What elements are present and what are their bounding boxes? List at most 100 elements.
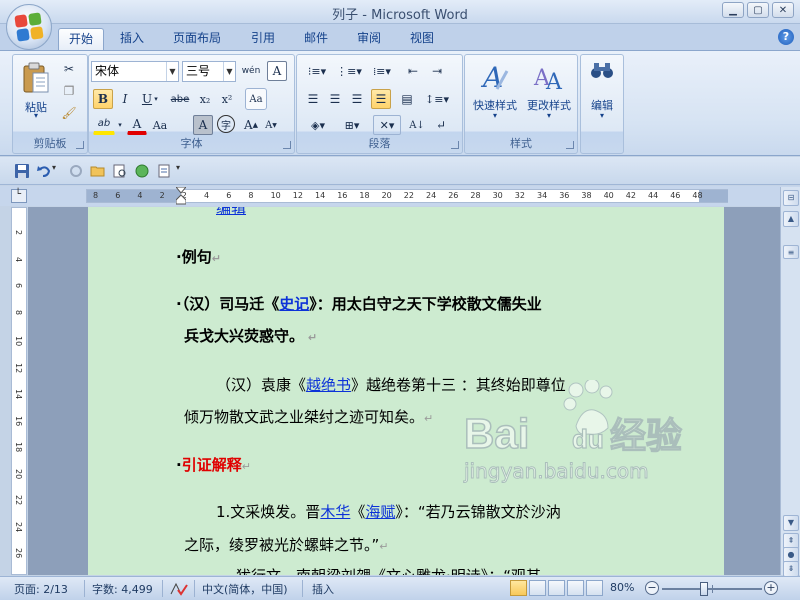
chevron-down-icon[interactable]: ▼ (223, 62, 235, 81)
page-indicator[interactable]: 页面: 2/13 (14, 581, 68, 597)
yuejueshu-link[interactable]: 越绝书 (306, 376, 351, 394)
change-styles-button[interactable]: A A 更改样式 ▾ (523, 59, 575, 125)
justify-button[interactable]: ☰ (371, 89, 391, 109)
font-color-button[interactable]: A (127, 115, 147, 135)
tab-mailings[interactable]: 邮件 (294, 28, 338, 50)
change-case-button[interactable]: Aa (149, 115, 171, 135)
link-fragment-top[interactable]: 编辑 (216, 207, 246, 218)
strikethrough-button[interactable]: abe (167, 89, 193, 109)
muhua-link[interactable]: 木华 (320, 503, 350, 521)
phonetic-guide-button[interactable]: wén (239, 61, 263, 81)
chevron-down-icon[interactable]: ▾ (151, 89, 161, 109)
save-icon[interactable] (14, 163, 30, 179)
borders-button[interactable]: ⊞▾ (337, 115, 367, 135)
sort-button[interactable]: A↓ (407, 115, 427, 135)
full-screen-reading-button[interactable] (529, 580, 546, 596)
align-right-button[interactable]: ☰ (347, 89, 367, 109)
superscript-button[interactable]: x² (217, 89, 237, 109)
vertical-scrollbar[interactable]: ⊟ ▲ ≡ ▼ ⇞ ● ⇟ (780, 187, 800, 577)
clipboard-dialog-launcher[interactable] (76, 141, 84, 149)
document-page[interactable]: 编辑 ·例句↵ ·（汉）司马迁《史记》：用太白守之天下学校散文儒失业 兵戈大兴荧… (88, 207, 724, 575)
print-layout-view-button[interactable] (510, 580, 527, 596)
distributed-button[interactable]: ▤ (397, 89, 417, 109)
zoom-out-button[interactable]: − (645, 581, 659, 595)
tab-home[interactable]: 开始 (58, 28, 105, 50)
outline-view-button[interactable] (567, 580, 584, 596)
language-indicator[interactable]: 中文(简体，中国) (202, 581, 288, 597)
italic-button[interactable]: I (115, 89, 135, 109)
tab-references[interactable]: 引用 (241, 28, 285, 50)
document-area[interactable]: 编辑 ·例句↵ ·（汉）司马迁《史记》：用太白守之天下学校散文儒失业 兵戈大兴荧… (28, 207, 780, 575)
tab-view[interactable]: 视图 (400, 28, 444, 50)
multilevel-list-button[interactable]: ⁞≡▾ (367, 61, 397, 81)
format-painter-button[interactable]: 🖌 (59, 103, 79, 123)
paragraph-dialog-launcher[interactable] (451, 141, 459, 149)
chevron-down-icon[interactable]: ▾ (115, 115, 125, 135)
tab-page-layout[interactable]: 页面布局 (163, 28, 231, 50)
proofing-icon[interactable] (170, 582, 188, 596)
vertical-ruler[interactable]: 2 4 6 8 10 12 14 16 18 20 22 24 26 (11, 207, 27, 575)
font-dialog-launcher[interactable] (283, 141, 291, 149)
subscript-button[interactable]: x₂ (195, 89, 215, 109)
chevron-down-icon[interactable]: ▼ (166, 62, 178, 81)
show-marks-button[interactable]: ↵ (431, 115, 451, 135)
enclose-chars-button[interactable]: 字 (217, 115, 235, 133)
print-preview-icon[interactable] (112, 163, 128, 179)
next-page-button[interactable]: ⇟ (783, 561, 799, 577)
editing-button[interactable]: 编辑 ▾ (583, 59, 621, 149)
char-border-button[interactable]: A (267, 61, 287, 81)
tab-review[interactable]: 审阅 (347, 28, 391, 50)
spelling-icon[interactable] (134, 163, 150, 179)
open-folder-icon[interactable] (90, 163, 106, 179)
chinese-layout-button[interactable]: ✕▾ (373, 115, 401, 135)
office-button[interactable] (6, 4, 52, 50)
zoom-slider[interactable] (662, 582, 762, 596)
shading-button[interactable]: ◈▾ (303, 115, 333, 135)
scroll-thumb[interactable]: ≡ (783, 245, 799, 259)
word-count[interactable]: 字数: 4,499 (92, 581, 153, 597)
undo-icon[interactable] (36, 163, 52, 179)
draft-view-button[interactable] (586, 580, 603, 596)
zoom-level[interactable]: 80% (610, 581, 634, 594)
indent-marker[interactable] (174, 186, 188, 205)
chevron-down-icon[interactable]: ▾ (52, 163, 68, 179)
zoom-slider-thumb[interactable] (700, 582, 708, 596)
paste-button[interactable]: 粘贴 ▾ (19, 59, 53, 121)
bold-button[interactable]: B (93, 89, 113, 109)
highlight-button[interactable]: ab (93, 115, 115, 135)
align-left-button[interactable]: ☰ (303, 89, 323, 109)
line-spacing-button[interactable]: ↕≡▾ (423, 89, 451, 109)
char-shading-button[interactable]: A (193, 115, 213, 135)
scroll-down-button[interactable]: ▼ (783, 515, 799, 531)
tab-selector-button[interactable]: └ (11, 189, 27, 203)
cut-button[interactable]: ✂ (59, 59, 79, 79)
customize-qat-icon[interactable]: ▾ (176, 163, 192, 179)
shrink-font-button[interactable]: A ▼ (261, 115, 281, 135)
close-button[interactable]: ✕ (772, 2, 794, 18)
insert-mode-indicator[interactable]: 插入 (312, 581, 334, 597)
maximize-button[interactable]: ▢ (747, 2, 769, 18)
minimize-button[interactable]: ▁ (722, 2, 744, 18)
decrease-indent-button[interactable]: ⇤ (403, 61, 423, 81)
shiji-link[interactable]: 史记 (279, 295, 309, 313)
view-ruler-toggle[interactable]: ⊟ (783, 190, 799, 206)
help-icon[interactable]: ? (778, 29, 794, 45)
copy-button[interactable]: ❐ (59, 81, 79, 101)
bullets-button[interactable]: ⁝≡▾ (303, 61, 331, 81)
zoom-in-button[interactable]: + (764, 581, 778, 595)
increase-indent-button[interactable]: ⇥ (427, 61, 447, 81)
font-name-combo[interactable]: 宋体 ▼ (91, 61, 179, 82)
tab-insert[interactable]: 插入 (110, 28, 154, 50)
web-layout-button[interactable] (548, 580, 565, 596)
clear-formatting-button[interactable]: Aa (245, 88, 267, 110)
haifu-link[interactable]: 海赋 (365, 503, 395, 521)
quick-styles-button[interactable]: A 快速样式 ▾ (469, 59, 521, 125)
redo-icon[interactable] (68, 163, 84, 179)
styles-dialog-launcher[interactable] (566, 141, 574, 149)
scroll-up-button[interactable]: ▲ (783, 211, 799, 227)
new-document-icon[interactable] (156, 163, 172, 179)
align-center-button[interactable]: ☰ (325, 89, 345, 109)
numbering-button[interactable]: ⋮≡▾ (335, 61, 363, 81)
grow-font-button[interactable]: A ▲ (241, 115, 261, 135)
font-size-combo[interactable]: 三号 ▼ (182, 61, 236, 82)
